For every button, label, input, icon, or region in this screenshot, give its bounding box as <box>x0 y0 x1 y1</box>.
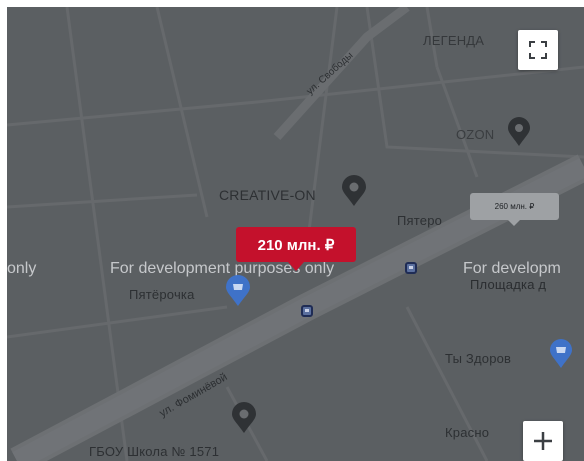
poi-pin-icon[interactable] <box>231 402 257 434</box>
zoom-in-button[interactable] <box>523 421 563 461</box>
poi-label-krasnoe: Красно <box>445 425 490 440</box>
shop-pin-icon[interactable] <box>225 275 251 307</box>
price-marker-secondary[interactable]: 260 млн. ₽ <box>470 193 559 226</box>
fullscreen-icon <box>529 41 547 59</box>
poi-label-creative-on: CREATIVE-ON <box>219 187 316 203</box>
bus-stop-icon[interactable] <box>301 305 313 317</box>
poi-pin-icon[interactable] <box>507 117 531 147</box>
fullscreen-button[interactable] <box>518 30 558 70</box>
watermark-text: only <box>7 260 37 277</box>
poi-label-school: ГБОУ Школа № 1571 <box>89 444 220 459</box>
road-svobody <box>273 7 410 141</box>
poi-label-pyaterochka-top: Пятеро <box>397 213 443 228</box>
poi-pin-icon[interactable] <box>341 175 367 207</box>
poi-label-ty-zdorov: Ты Здоров <box>445 351 512 366</box>
poi-label-legenda: ЛЕГЕНДА <box>423 33 485 48</box>
price-marker-main[interactable]: 210 млн. ₽ <box>236 227 356 271</box>
bus-stop-icon[interactable] <box>405 262 417 274</box>
poi-label-ploshchadka: Площадка д <box>470 277 547 292</box>
shop-pin-icon[interactable] <box>549 339 573 369</box>
watermark-text: For developm <box>463 260 561 277</box>
poi-label-ozon: OZON <box>456 127 495 142</box>
poi-label-pyaterochka: Пятёрочка <box>129 287 195 302</box>
map-view[interactable]: ул. Свободы ул. Фоминёвой ЛЕГЕНДА OZON C… <box>7 7 584 461</box>
plus-icon <box>534 432 552 450</box>
